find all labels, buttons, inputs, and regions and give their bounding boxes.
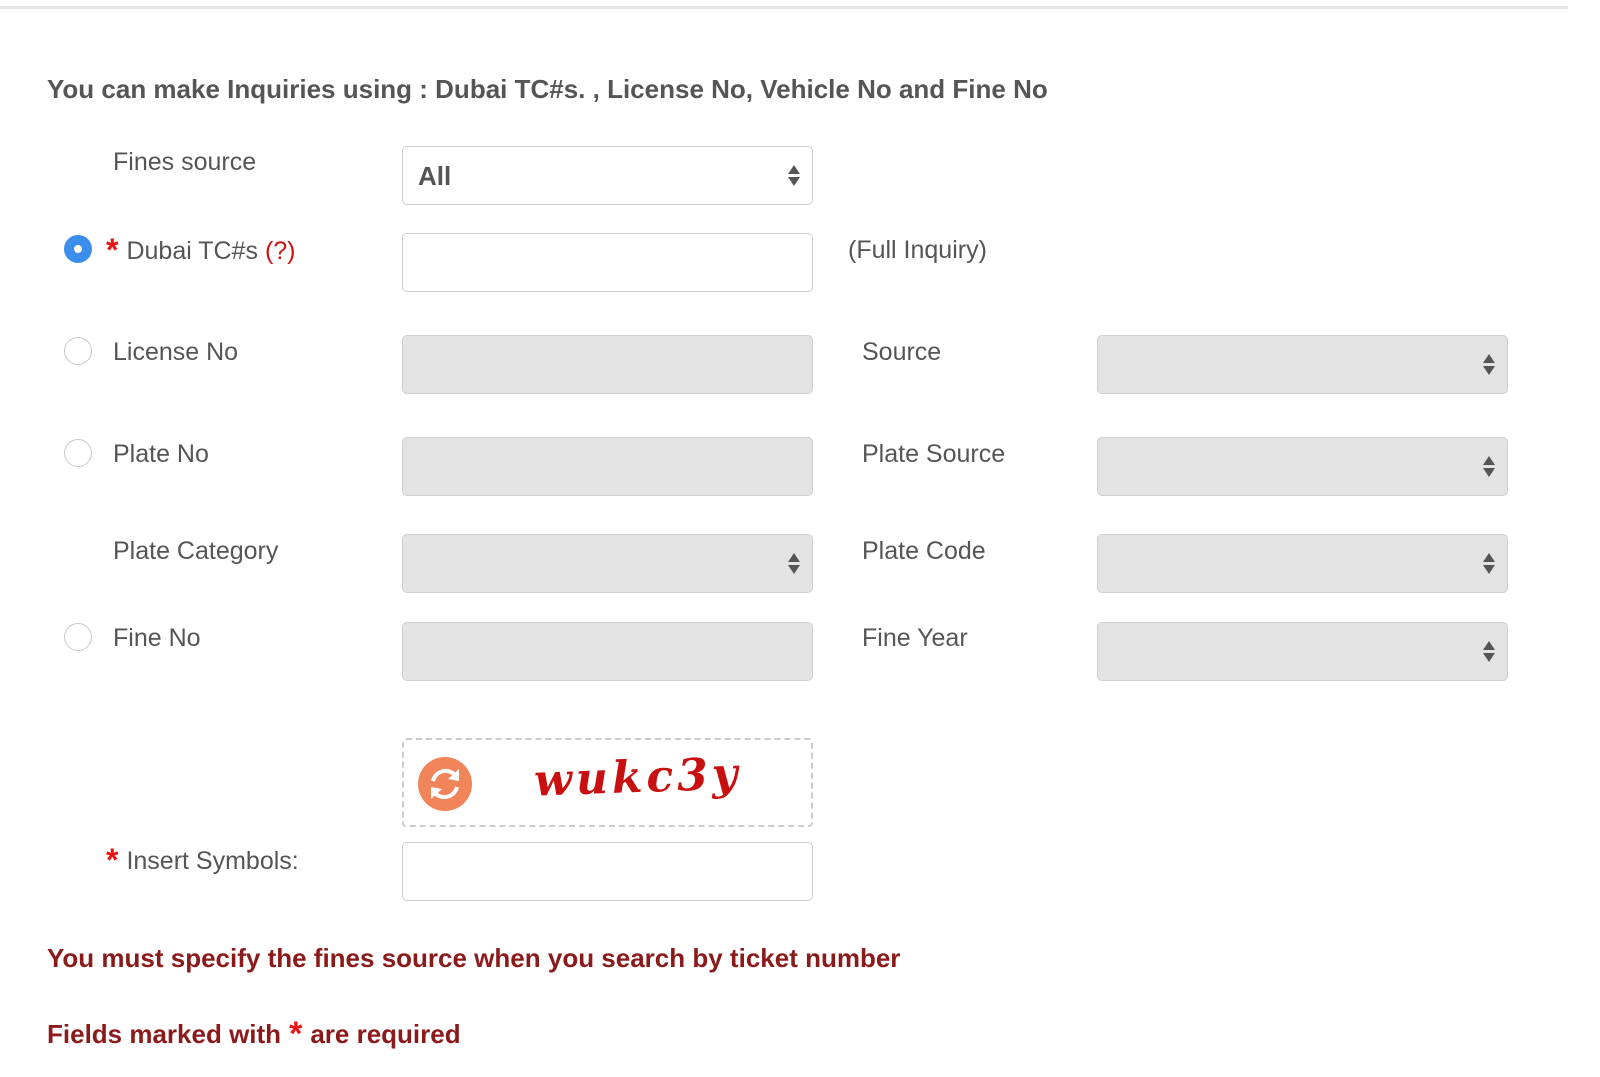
insert-symbols-label-group: * Insert Symbols: — [106, 843, 299, 876]
radio-plate-no[interactable] — [64, 439, 92, 467]
required-asterisk: * — [289, 1015, 303, 1053]
select-arrows-icon — [1483, 353, 1495, 377]
radio-license-no[interactable] — [64, 337, 92, 365]
source-required-message: You must specify the fines source when y… — [47, 943, 901, 973]
captcha-input[interactable] — [402, 842, 813, 901]
plate-source-label: Plate Source — [862, 440, 1006, 468]
radio-dubai-tc[interactable] — [64, 235, 92, 263]
captcha-box: wukc3y — [402, 738, 813, 827]
dubai-tc-label-group: * Dubai TC#s (?) — [106, 233, 296, 266]
fine-year-label: Fine Year — [862, 624, 968, 652]
license-no-label: License No — [113, 338, 239, 366]
select-arrows-icon — [1483, 455, 1495, 479]
plate-code-select[interactable] — [1097, 534, 1508, 593]
license-no-input[interactable] — [402, 335, 813, 394]
source-label: Source — [862, 338, 942, 366]
fine-no-input[interactable] — [402, 622, 813, 681]
fine-no-label: Fine No — [113, 624, 201, 652]
top-divider — [0, 6, 1568, 9]
plate-category-select[interactable] — [402, 534, 813, 593]
dubai-tc-input[interactable] — [402, 233, 813, 292]
select-arrows-icon — [1483, 552, 1495, 576]
select-arrows-icon — [788, 552, 800, 576]
dubai-tc-help-link[interactable]: (?) — [265, 237, 296, 265]
plate-no-label: Plate No — [113, 440, 209, 468]
required-fields-note: Fields marked with * are required — [47, 1013, 461, 1053]
select-arrows-icon — [1483, 640, 1495, 664]
select-arrows-icon — [788, 164, 800, 188]
plate-no-input[interactable] — [402, 437, 813, 496]
full-inquiry-note: (Full Inquiry) — [848, 236, 987, 264]
radio-fine-no[interactable] — [64, 623, 92, 651]
dubai-tc-label: Dubai TC#s — [126, 237, 258, 265]
insert-symbols-label: Insert Symbols: — [126, 847, 299, 875]
fines-source-value: All — [418, 161, 452, 191]
source-select[interactable] — [1097, 335, 1508, 394]
required-note-prefix: Fields marked with — [47, 1019, 282, 1049]
fine-year-select[interactable] — [1097, 622, 1508, 681]
fines-source-label: Fines source — [113, 148, 257, 176]
required-note-suffix: are required — [310, 1019, 461, 1049]
plate-source-select[interactable] — [1097, 437, 1508, 496]
required-asterisk: * — [106, 842, 119, 878]
fines-source-select[interactable]: All — [402, 146, 813, 205]
page-intro: You can make Inquiries using : Dubai TC#… — [47, 74, 1048, 104]
plate-category-label: Plate Category — [113, 537, 279, 565]
required-asterisk: * — [106, 232, 119, 268]
captcha-image-text: wukc3y — [533, 748, 743, 807]
refresh-icon[interactable] — [418, 757, 472, 811]
plate-code-label: Plate Code — [862, 537, 986, 565]
